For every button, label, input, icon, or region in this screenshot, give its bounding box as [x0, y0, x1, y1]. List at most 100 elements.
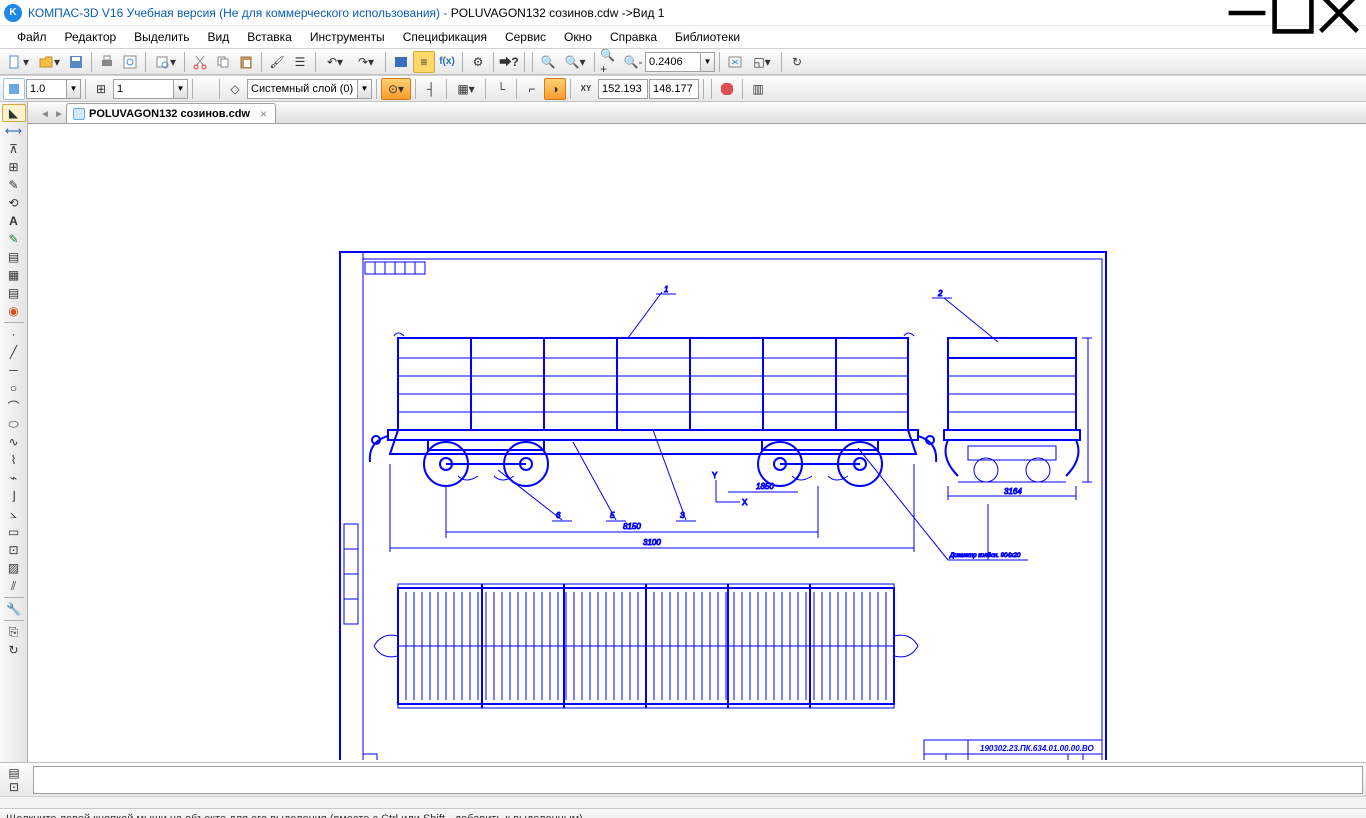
coord-x-input[interactable]: [598, 79, 648, 99]
print-preview-button[interactable]: [119, 51, 141, 73]
chamfer-tool[interactable]: ⦣: [2, 505, 26, 523]
rotate-tool[interactable]: ↻: [2, 641, 26, 659]
lib-tool[interactable]: ◉: [2, 302, 26, 320]
zoom-window-button[interactable]: 🔍: [537, 51, 559, 73]
menu-view[interactable]: Вид: [199, 28, 239, 46]
menu-editor[interactable]: Редактор: [56, 28, 126, 46]
coord-y-input[interactable]: [649, 79, 699, 99]
aux-line-tool[interactable]: ╱: [2, 343, 26, 361]
variables-button[interactable]: ≡: [413, 51, 435, 73]
geom-tool[interactable]: ◣: [2, 104, 26, 122]
tab-prev-button[interactable]: ◄: [38, 105, 52, 123]
menu-window[interactable]: Окно: [555, 28, 601, 46]
ellipse-tool[interactable]: ⬭: [2, 415, 26, 433]
zoom-scale-button[interactable]: 🔍▾: [560, 51, 590, 73]
param-tool[interactable]: ⟲: [2, 194, 26, 212]
fx-button[interactable]: f(x): [436, 51, 458, 73]
ortho-button[interactable]: ┤: [420, 78, 442, 100]
command-input[interactable]: [33, 766, 1363, 794]
dim-tool[interactable]: ⟷: [2, 122, 26, 140]
zoom-out-button[interactable]: 🔍-: [622, 51, 644, 73]
menu-select[interactable]: Выделить: [125, 28, 198, 46]
measure-tool[interactable]: A: [2, 212, 26, 230]
properties-button[interactable]: ☰: [289, 51, 311, 73]
zoom-extents-button[interactable]: ◱▾: [747, 51, 777, 73]
menu-help[interactable]: Справка: [601, 28, 666, 46]
preview-button[interactable]: ▾: [150, 51, 180, 73]
help-cursor-button[interactable]: ⮕?: [498, 51, 520, 73]
new-doc-button[interactable]: ▾: [3, 51, 33, 73]
format-painter-button[interactable]: 🖌: [266, 51, 288, 73]
view-number-combo[interactable]: ▼: [113, 79, 188, 99]
view-number-dropdown[interactable]: ▼: [173, 79, 188, 99]
hatch-tool[interactable]: ▨: [2, 559, 26, 577]
line-tool[interactable]: ─: [2, 361, 26, 379]
layer-icon[interactable]: ◇: [224, 78, 246, 100]
round-button[interactable]: ◑: [544, 78, 566, 100]
drawing-canvas[interactable]: 8150 3100 1850 1 6 5 3 XY: [28, 124, 1366, 762]
layer-dropdown[interactable]: ▼: [357, 79, 372, 99]
menu-file[interactable]: Файл: [8, 28, 56, 46]
fillet-tool[interactable]: ⌋: [2, 487, 26, 505]
ortho-lock-button[interactable]: ⌐: [521, 78, 543, 100]
copy-tool[interactable]: ⎘: [2, 623, 26, 641]
collect-tool[interactable]: ⊡: [2, 541, 26, 559]
state-button[interactable]: [3, 78, 25, 100]
edit-tool[interactable]: ✎: [2, 176, 26, 194]
construction-tool[interactable]: ⊞: [2, 158, 26, 176]
tab-close-button[interactable]: ×: [260, 107, 267, 121]
spline-tool[interactable]: ∿: [2, 433, 26, 451]
stop-button[interactable]: [716, 78, 738, 100]
scale-dropdown[interactable]: ▼: [66, 79, 81, 99]
report-tool[interactable]: ▦: [2, 266, 26, 284]
minimize-button[interactable]: [1224, 0, 1270, 26]
insert-tool[interactable]: ▤: [2, 284, 26, 302]
layer-combo[interactable]: ▼: [247, 79, 372, 99]
library-manager-button[interactable]: [390, 51, 412, 73]
arc-tool[interactable]: ⌒: [2, 397, 26, 415]
equidistant-tool[interactable]: ⫽: [2, 577, 26, 595]
settings-tool[interactable]: 🔧: [2, 600, 26, 618]
menu-spec[interactable]: Спецификация: [394, 28, 496, 46]
params-panel-button[interactable]: ▥: [747, 78, 769, 100]
tab-next-button[interactable]: ►: [52, 105, 66, 123]
zoom-value-combo[interactable]: ▼: [645, 52, 715, 72]
zoom-value-input[interactable]: [645, 52, 700, 72]
notation-tool[interactable]: ⊼: [2, 140, 26, 158]
maximize-button[interactable]: [1270, 0, 1316, 26]
zoom-in-button[interactable]: 🔍+: [599, 51, 621, 73]
undo-button[interactable]: ↶▾: [320, 51, 350, 73]
refresh-button[interactable]: ↻: [786, 51, 808, 73]
views-button[interactable]: ⊞: [90, 78, 112, 100]
close-button[interactable]: [1316, 0, 1362, 26]
menu-service[interactable]: Сервис: [496, 28, 555, 46]
paste-button[interactable]: [235, 51, 257, 73]
polyline-tool[interactable]: ⌇: [2, 451, 26, 469]
copy-button[interactable]: [212, 51, 234, 73]
circle-tool[interactable]: ○: [2, 379, 26, 397]
view-number-input[interactable]: [113, 79, 173, 99]
cmd-side-2[interactable]: ⊡: [3, 780, 25, 793]
zoom-fit-button[interactable]: [724, 51, 746, 73]
rect-tool[interactable]: ▭: [2, 523, 26, 541]
point-tool[interactable]: ·: [2, 325, 26, 343]
zoom-value-dropdown[interactable]: ▼: [700, 52, 715, 72]
print-button[interactable]: [96, 51, 118, 73]
grid-button[interactable]: ▦▾: [451, 78, 481, 100]
snap-button[interactable]: ⊙▾: [381, 78, 411, 100]
open-button[interactable]: ▾: [34, 51, 64, 73]
redo-button[interactable]: ↷▾: [351, 51, 381, 73]
cut-button[interactable]: [189, 51, 211, 73]
scale-combo[interactable]: ▼: [26, 79, 81, 99]
sheet-tool[interactable]: ▤: [2, 248, 26, 266]
bezier-tool[interactable]: ⌁: [2, 469, 26, 487]
layer-input[interactable]: [247, 79, 357, 99]
menu-tools[interactable]: Инструменты: [301, 28, 394, 46]
spec-tool[interactable]: ✎: [2, 230, 26, 248]
menu-insert[interactable]: Вставка: [238, 28, 301, 46]
scale-input[interactable]: [26, 79, 66, 99]
lcs-button[interactable]: └: [490, 78, 512, 100]
save-button[interactable]: [65, 51, 87, 73]
menu-libs[interactable]: Библиотеки: [666, 28, 749, 46]
cmd-side-1[interactable]: ▤: [3, 766, 25, 779]
